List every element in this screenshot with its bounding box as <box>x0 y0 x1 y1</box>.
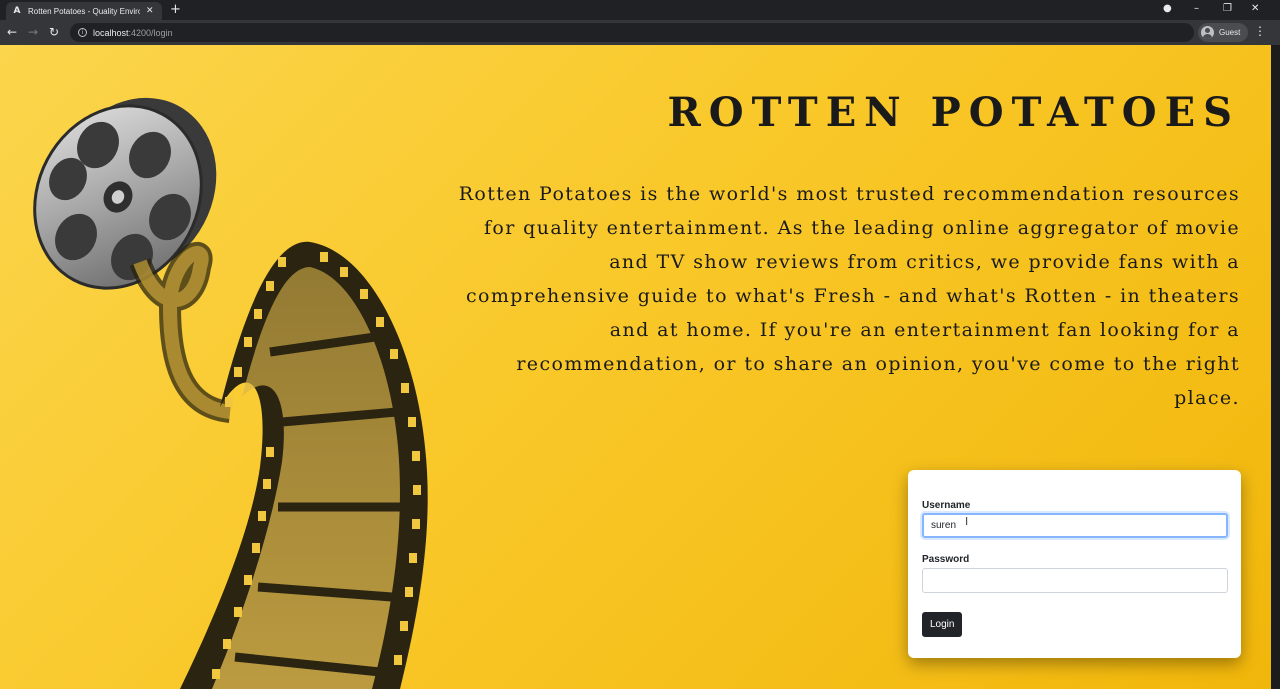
brand-title: ROTTEN POTATOES <box>667 89 1240 136</box>
extension-icon[interactable]: ● <box>1163 2 1172 16</box>
window-close-icon[interactable]: ✕ <box>1251 2 1259 16</box>
minimize-icon[interactable]: – <box>1194 2 1199 16</box>
tab-title: Rotten Potatoes - Quality Enviro... <box>28 6 140 16</box>
scrollbar[interactable] <box>1271 45 1280 689</box>
restore-icon[interactable]: ❐ <box>1223 2 1232 16</box>
film-strip-icon <box>180 241 428 689</box>
forward-icon[interactable]: → <box>28 25 38 39</box>
login-button[interactable]: Login <box>922 612 963 637</box>
profile-name: Guest <box>1219 28 1241 37</box>
film-reel-illustration <box>33 97 428 689</box>
back-icon[interactable]: ← <box>7 25 17 39</box>
reel-icon <box>33 97 217 290</box>
site-info-icon[interactable]: i <box>78 28 87 37</box>
login-form: Username Password Login <box>908 470 1241 658</box>
new-tab-icon[interactable]: + <box>170 2 181 18</box>
password-field[interactable] <box>922 568 1228 593</box>
description-text: Rotten Potatoes is the world's most trus… <box>458 183 1240 409</box>
angular-favicon-icon: A <box>13 6 21 16</box>
browser-tab[interactable]: A Rotten Potatoes - Quality Enviro... ✕ <box>6 2 162 20</box>
password-label: Password <box>922 554 970 565</box>
browser-toolbar: ← → ↻ i localhost:4200/login Guest <box>0 20 1280 45</box>
tab-close-icon[interactable]: ✕ <box>146 6 154 16</box>
profile-button[interactable]: Guest <box>1198 23 1249 42</box>
avatar-icon <box>1201 26 1214 39</box>
reload-icon[interactable]: ↻ <box>49 25 59 39</box>
address-bar[interactable]: i localhost:4200/login <box>70 23 1194 42</box>
text-cursor-icon: I <box>965 515 969 528</box>
url-text: localhost:4200/login <box>93 27 173 38</box>
username-label: Username <box>922 500 971 511</box>
browser-menu-icon[interactable]: ⋮ <box>1254 24 1266 38</box>
page-viewport: ROTTEN POTATOES Rotten Potatoes is the w… <box>0 45 1280 689</box>
browser-tab-bar: A Rotten Potatoes - Quality Enviro... ✕ … <box>0 0 1280 20</box>
